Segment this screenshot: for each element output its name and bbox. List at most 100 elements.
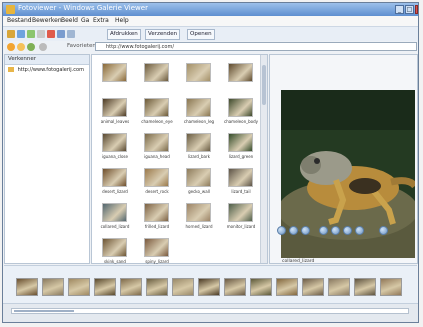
hscroll-thumb[interactable] — [14, 310, 74, 312]
maximize-button[interactable]: □ — [405, 5, 414, 14]
gallery-thumbnail[interactable] — [228, 203, 253, 222]
thumbnail-label: monitor_lizard — [226, 224, 256, 229]
gallery-thumbnail[interactable] — [102, 203, 127, 222]
filmstrip-thumbnail[interactable] — [354, 278, 376, 296]
menu-bar: Bestand Bewerken Beeld Ga Extra Help — [3, 16, 418, 26]
horizontal-scrollbar[interactable] — [11, 308, 409, 314]
window-title: Fotoviewer - Windows Galerie Viewer — [18, 4, 148, 12]
history-icon[interactable] — [39, 43, 47, 51]
gallery-thumbnail[interactable] — [144, 168, 169, 187]
tree-item-root[interactable]: http://www.fotogalerij.com — [8, 67, 84, 73]
filmstrip-thumbnail[interactable] — [302, 278, 324, 296]
save-icon[interactable] — [17, 30, 25, 38]
gallery-scrollbar[interactable] — [260, 55, 267, 263]
print-button[interactable]: Afdrukken — [107, 29, 141, 40]
filmstrip-thumbnail[interactable] — [146, 278, 168, 296]
thumbnail-label: lizard_tail — [231, 189, 251, 194]
thumbnail-label: collared_lizard — [100, 224, 130, 229]
filmstrip-thumbnail[interactable] — [16, 278, 38, 296]
gallery-thumbnail[interactable] — [102, 168, 127, 187]
gallery-thumbnail[interactable] — [102, 238, 127, 257]
gallery-thumbnail[interactable] — [186, 98, 211, 117]
gallery-thumbnail[interactable] — [228, 98, 253, 117]
toolbar: Afdrukken Verzenden Openen — [3, 26, 418, 42]
filmstrip-thumbnail[interactable] — [94, 278, 116, 296]
gallery-thumbnail[interactable] — [102, 63, 127, 82]
filmstrip-thumbnail[interactable] — [276, 278, 298, 296]
gallery-thumbnail[interactable] — [144, 203, 169, 222]
folder-icon — [8, 67, 14, 72]
menu-edit[interactable]: Bewerken — [32, 17, 62, 24]
thumbnail-label: frilled_lizard — [144, 224, 170, 229]
delete-icon[interactable] — [379, 226, 388, 235]
back-icon[interactable] — [7, 43, 15, 51]
address-bar: Favorieten — [3, 41, 418, 53]
menu-tools[interactable]: Extra — [93, 17, 109, 24]
thumbnail-label: gecko_wall — [188, 189, 210, 194]
gallery-thumbnail[interactable] — [102, 133, 127, 152]
filmstrip — [4, 265, 417, 306]
filmstrip-thumbnail[interactable] — [328, 278, 350, 296]
gallery-thumbnail[interactable] — [186, 63, 211, 82]
thumbnail-label: iguana_close — [102, 154, 128, 159]
minimize-button[interactable]: _ — [395, 5, 404, 14]
send-button[interactable]: Verzenden — [145, 29, 181, 40]
menu-file[interactable]: Bestand — [7, 17, 32, 24]
thumbnail-label: chameleon_eye — [141, 119, 173, 124]
thumbnail-label: chameleon_leg — [183, 119, 215, 124]
home-icon[interactable] — [27, 43, 35, 51]
filmstrip-thumbnail[interactable] — [250, 278, 272, 296]
filmstrip-thumbnail[interactable] — [42, 278, 64, 296]
filmstrip-thumbnail[interactable] — [120, 278, 142, 296]
folder-icon[interactable] — [7, 30, 15, 38]
play-icon[interactable] — [289, 226, 298, 235]
menu-view[interactable]: Beeld — [61, 17, 78, 24]
filmstrip-thumbnail[interactable] — [380, 278, 402, 296]
gallery-thumbnail[interactable] — [144, 98, 169, 117]
gallery-thumbnail[interactable] — [186, 203, 211, 222]
thumbnail-label: skink_sand — [104, 259, 126, 264]
title-bar[interactable]: Fotoviewer - Windows Galerie Viewer _ □ — [3, 3, 418, 17]
gallery-thumbnail[interactable] — [228, 133, 253, 152]
address-input[interactable] — [95, 42, 417, 51]
filmstrip-thumbnail[interactable] — [198, 278, 220, 296]
rotate-left-icon[interactable] — [319, 226, 328, 235]
scroll-thumb[interactable] — [262, 65, 266, 105]
previous-icon[interactable] — [277, 226, 286, 235]
filmstrip-thumbnail[interactable] — [172, 278, 194, 296]
gallery-thumbnail[interactable] — [102, 98, 127, 117]
preview-caption: collared_lizard — [282, 259, 315, 264]
menu-go[interactable]: Ga — [81, 17, 89, 24]
gallery-thumbnail[interactable] — [186, 168, 211, 187]
zoom-in-icon[interactable] — [343, 226, 352, 235]
gallery-thumbnail[interactable] — [144, 63, 169, 82]
delete-icon[interactable] — [47, 30, 55, 38]
rotate-right-icon[interactable] — [331, 226, 340, 235]
print-icon[interactable] — [37, 30, 45, 38]
zoom-icon[interactable] — [67, 30, 75, 38]
thumbnail-label: desert_rock — [145, 189, 169, 194]
close-button[interactable] — [415, 5, 418, 14]
thumbnail-label: lizard_green — [228, 154, 254, 159]
thumbnail-gallery: animal_leaves chameleon_eye chameleon_leg c… — [91, 54, 268, 264]
filmstrip-thumbnail[interactable] — [224, 278, 246, 296]
zoom-out-icon[interactable] — [355, 226, 364, 235]
menu-help[interactable]: Help — [115, 17, 129, 24]
gallery-thumbnail[interactable] — [144, 238, 169, 257]
forward-icon[interactable] — [17, 43, 25, 51]
tree-item-label: http://www.fotogalerij.com — [17, 67, 84, 73]
open-button[interactable]: Openen — [187, 29, 215, 40]
gallery-thumbnail[interactable] — [228, 63, 253, 82]
refresh-icon[interactable] — [27, 30, 35, 38]
next-icon[interactable] — [301, 226, 310, 235]
thumbnail-label: horned_lizard — [185, 224, 213, 229]
app-window: Fotoviewer - Windows Galerie Viewer _ □ … — [2, 2, 419, 323]
filmstrip-thumbnail[interactable] — [68, 278, 90, 296]
gallery-thumbnail[interactable] — [186, 133, 211, 152]
gallery-thumbnail[interactable] — [144, 133, 169, 152]
gallery-thumbnail[interactable] — [228, 168, 253, 187]
status-bar — [3, 303, 418, 322]
rotate-icon[interactable] — [57, 30, 65, 38]
thumbnail-label: chameleon_body — [224, 119, 258, 124]
thumbnail-label: lizard_bark — [188, 154, 210, 159]
